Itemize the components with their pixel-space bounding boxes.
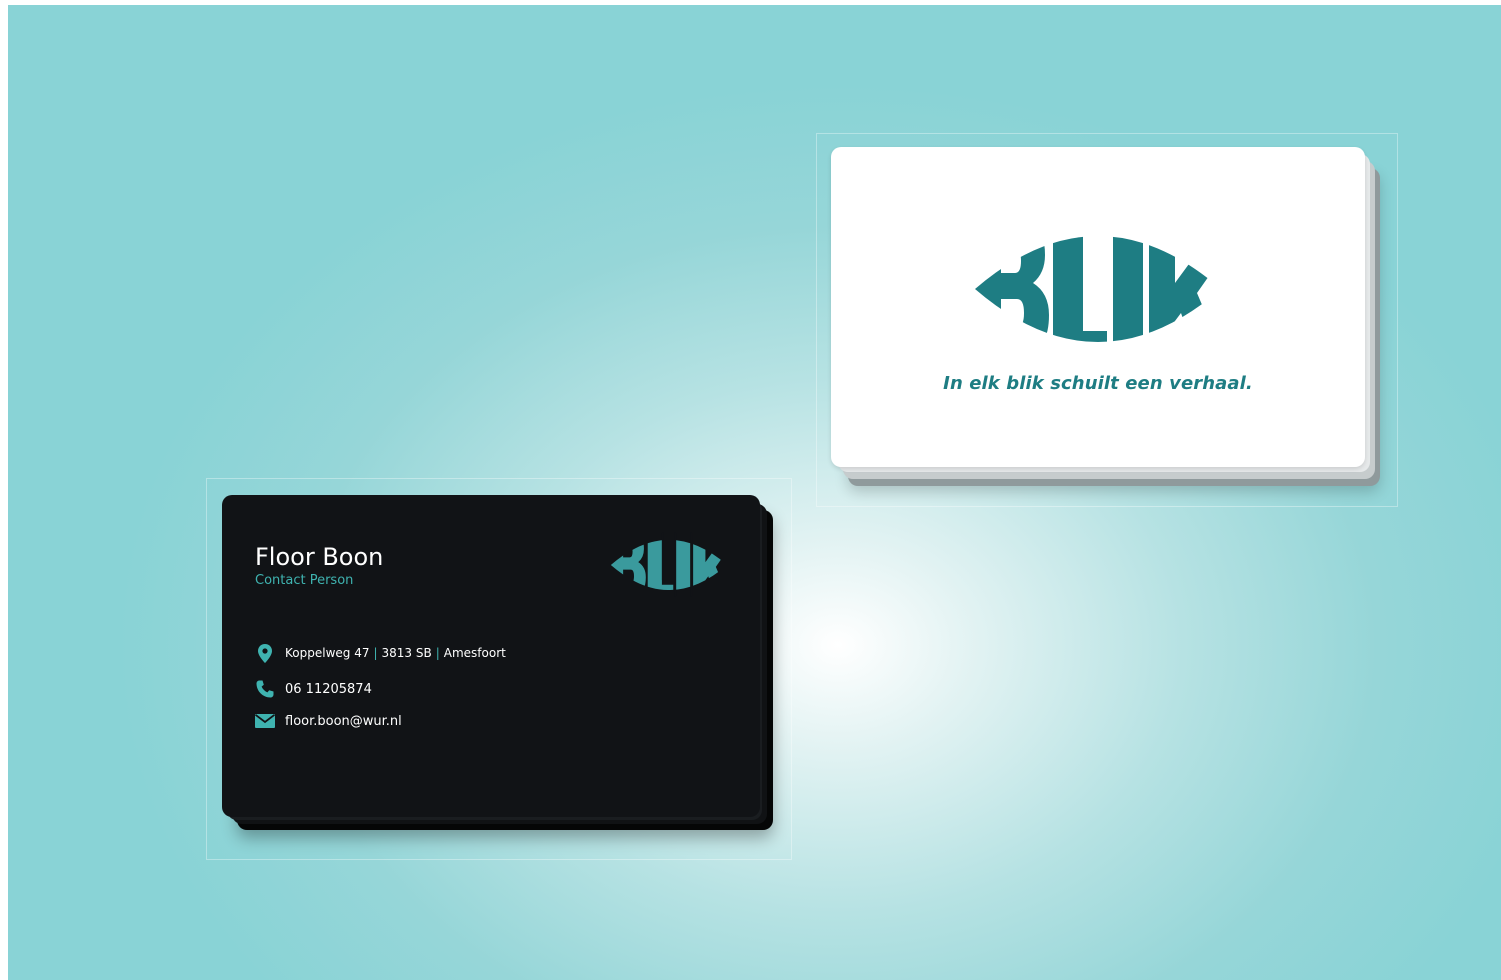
contact-address: Koppelweg 47 | 3813 SB | Amesfoort bbox=[255, 643, 506, 663]
address-zip: 3813 SB bbox=[381, 646, 432, 660]
email-address: floor.boon@wur.nl bbox=[285, 713, 402, 729]
business-card-front: In elk blik schuilt een verhaal. bbox=[831, 147, 1365, 467]
address-street: Koppelweg 47 bbox=[285, 646, 370, 660]
address-city: Amesfoort bbox=[443, 646, 506, 660]
map-pin-icon bbox=[255, 643, 275, 663]
phone-number: 06 11205874 bbox=[285, 681, 372, 697]
contact-role: Contact Person bbox=[255, 573, 354, 588]
blik-logo-small bbox=[610, 532, 728, 597]
contact-name: Floor Boon bbox=[255, 543, 384, 571]
business-card-back: Floor Boon Contact Person Koppelweg 47 |… bbox=[222, 495, 760, 817]
contact-phone: 06 11205874 bbox=[255, 679, 372, 699]
brand-tagline: In elk blik schuilt een verhaal. bbox=[943, 373, 1253, 394]
blik-logo bbox=[975, 221, 1221, 355]
contact-email: floor.boon@wur.nl bbox=[255, 711, 402, 731]
phone-icon bbox=[255, 679, 275, 699]
mail-icon bbox=[255, 711, 275, 731]
address-separator: | bbox=[373, 646, 378, 660]
address-separator: | bbox=[435, 646, 440, 660]
